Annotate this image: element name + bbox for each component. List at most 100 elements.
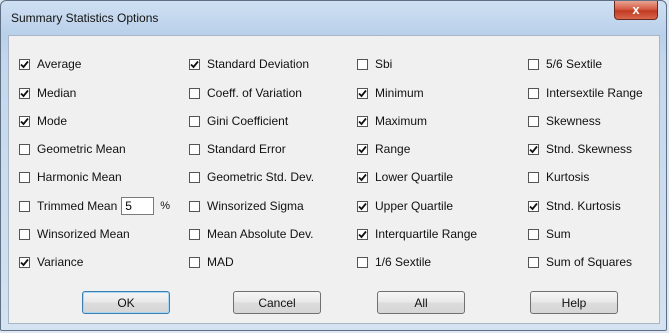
option-sum-of-squares[interactable]: Sum of Squares [528, 254, 632, 270]
checkmark-icon [358, 145, 367, 153]
checkmark-icon [358, 117, 367, 125]
minimum-checkbox[interactable] [357, 87, 368, 99]
lower-quartile-checkbox[interactable] [357, 171, 368, 183]
option-stnd-kurtosis[interactable]: Stnd. Kurtosis [528, 198, 621, 214]
option-variance[interactable]: Variance [19, 254, 83, 270]
checkmark-icon [529, 145, 538, 153]
option-label: Maximum [375, 114, 428, 128]
checkmark-icon [20, 89, 29, 97]
option-5-6-sextile[interactable]: 5/6 Sextile [528, 56, 602, 72]
option-standard-error[interactable]: Standard Error [189, 141, 286, 157]
option-median[interactable]: Median [19, 85, 76, 101]
option-label: Winsorized Sigma [207, 199, 304, 213]
option-mean-absolute-dev[interactable]: Mean Absolute Dev. [189, 226, 314, 242]
range-checkbox[interactable] [357, 143, 368, 155]
trimmed-mean-checkbox[interactable] [19, 200, 30, 212]
ok-button[interactable]: OK [82, 291, 170, 314]
option-label: Stnd. Kurtosis [546, 199, 621, 213]
skewness-checkbox[interactable] [528, 115, 539, 127]
option-average[interactable]: Average [19, 56, 81, 72]
option-minimum[interactable]: Minimum [357, 85, 424, 101]
option-skewness[interactable]: Skewness [528, 113, 601, 129]
standard-error-checkbox[interactable] [189, 143, 200, 155]
interquartile-range-checkbox[interactable] [357, 228, 368, 240]
mad-checkbox[interactable] [189, 256, 200, 268]
option-label: Average [37, 57, 82, 71]
sum-of-squares-checkbox[interactable] [528, 256, 539, 268]
median-checkbox[interactable] [19, 87, 30, 99]
upper-quartile-checkbox[interactable] [357, 200, 368, 212]
option-label: Mean Absolute Dev. [207, 227, 314, 241]
geometric-mean-checkbox[interactable] [19, 143, 30, 155]
option-lower-quartile[interactable]: Lower Quartile [357, 169, 453, 185]
dialog-window: Summary Statistics Options x Average Medi… [0, 0, 667, 331]
5-6-sextile-checkbox[interactable] [528, 58, 539, 70]
option-label: 5/6 Sextile [546, 57, 603, 71]
average-checkbox[interactable] [19, 58, 30, 70]
gini-coefficient-checkbox[interactable] [189, 115, 200, 127]
option-label: Range [375, 142, 411, 156]
cancel-button[interactable]: Cancel [233, 291, 321, 314]
title-bar[interactable]: Summary Statistics Options x [1, 1, 666, 35]
option-sum[interactable]: Sum [528, 226, 571, 242]
close-icon: x [632, 2, 640, 17]
option-interquartile-range[interactable]: Interquartile Range [357, 226, 477, 242]
option-label: Median [37, 86, 77, 100]
dialog-title: Summary Statistics Options [11, 11, 159, 25]
option-sbi[interactable]: Sbi [357, 56, 392, 72]
kurtosis-checkbox[interactable] [528, 171, 539, 183]
option-kurtosis[interactable]: Kurtosis [528, 169, 589, 185]
maximum-checkbox[interactable] [357, 115, 368, 127]
mode-checkbox[interactable] [19, 115, 30, 127]
option-label: Stnd. Skewness [546, 142, 633, 156]
option-coeff-of-variation[interactable]: Coeff. of Variation [189, 85, 302, 101]
sbi-checkbox[interactable] [357, 58, 368, 70]
option-stnd-skewness[interactable]: Stnd. Skewness [528, 141, 632, 157]
harmonic-mean-checkbox[interactable] [19, 171, 30, 183]
winsorized-sigma-checkbox[interactable] [189, 200, 200, 212]
option-trimmed-mean[interactable]: Trimmed Mean% [19, 197, 170, 215]
option-label: Coeff. of Variation [207, 86, 302, 100]
option-label: Geometric Std. Dev. [207, 170, 315, 184]
dialog-body: Average Median Mode Geometric Mean Harmonic … [8, 35, 660, 324]
option-label: Standard Deviation [207, 57, 310, 71]
option-label: Sbi [375, 57, 393, 71]
option-mad[interactable]: MAD [189, 254, 234, 270]
option-geometric-std-dev[interactable]: Geometric Std. Dev. [189, 169, 314, 185]
option-label: Winsorized Mean [37, 227, 130, 241]
winsorized-mean-checkbox[interactable] [19, 228, 30, 240]
option-upper-quartile[interactable]: Upper Quartile [357, 198, 453, 214]
trimmed-percent-input[interactable] [121, 197, 155, 215]
1-6-sextile-checkbox[interactable] [357, 256, 368, 268]
option-label: Kurtosis [546, 170, 590, 184]
option-label: Geometric Mean [37, 142, 126, 156]
stnd-kurtosis-checkbox[interactable] [528, 200, 539, 212]
option-range[interactable]: Range [357, 141, 410, 157]
coeff-of-variation-checkbox[interactable] [189, 87, 200, 99]
all-button[interactable]: All [377, 291, 465, 314]
option-geometric-mean[interactable]: Geometric Mean [19, 141, 126, 157]
option-harmonic-mean[interactable]: Harmonic Mean [19, 169, 122, 185]
mean-absolute-dev-checkbox[interactable] [189, 228, 200, 240]
sum-checkbox[interactable] [528, 228, 539, 240]
stnd-skewness-checkbox[interactable] [528, 143, 539, 155]
checkmark-icon [190, 60, 199, 68]
checkmark-icon [20, 60, 29, 68]
option-gini-coefficient[interactable]: Gini Coefficient [189, 113, 288, 129]
intersextile-range-checkbox[interactable] [528, 87, 539, 99]
checkmark-icon [20, 258, 29, 266]
option-mode[interactable]: Mode [19, 113, 67, 129]
option-maximum[interactable]: Maximum [357, 113, 427, 129]
variance-checkbox[interactable] [19, 256, 30, 268]
help-button[interactable]: Help [530, 291, 618, 314]
close-button[interactable]: x [614, 1, 658, 20]
option-winsorized-sigma[interactable]: Winsorized Sigma [189, 198, 304, 214]
checkmark-icon [20, 117, 29, 125]
option-winsorized-mean[interactable]: Winsorized Mean [19, 226, 130, 242]
geometric-std-dev-checkbox[interactable] [189, 171, 200, 183]
standard-deviation-checkbox[interactable] [189, 58, 200, 70]
checkmark-icon [358, 173, 367, 181]
option-intersextile-range[interactable]: Intersextile Range [528, 85, 643, 101]
option-1-6-sextile[interactable]: 1/6 Sextile [357, 254, 431, 270]
option-standard-deviation[interactable]: Standard Deviation [189, 56, 309, 72]
